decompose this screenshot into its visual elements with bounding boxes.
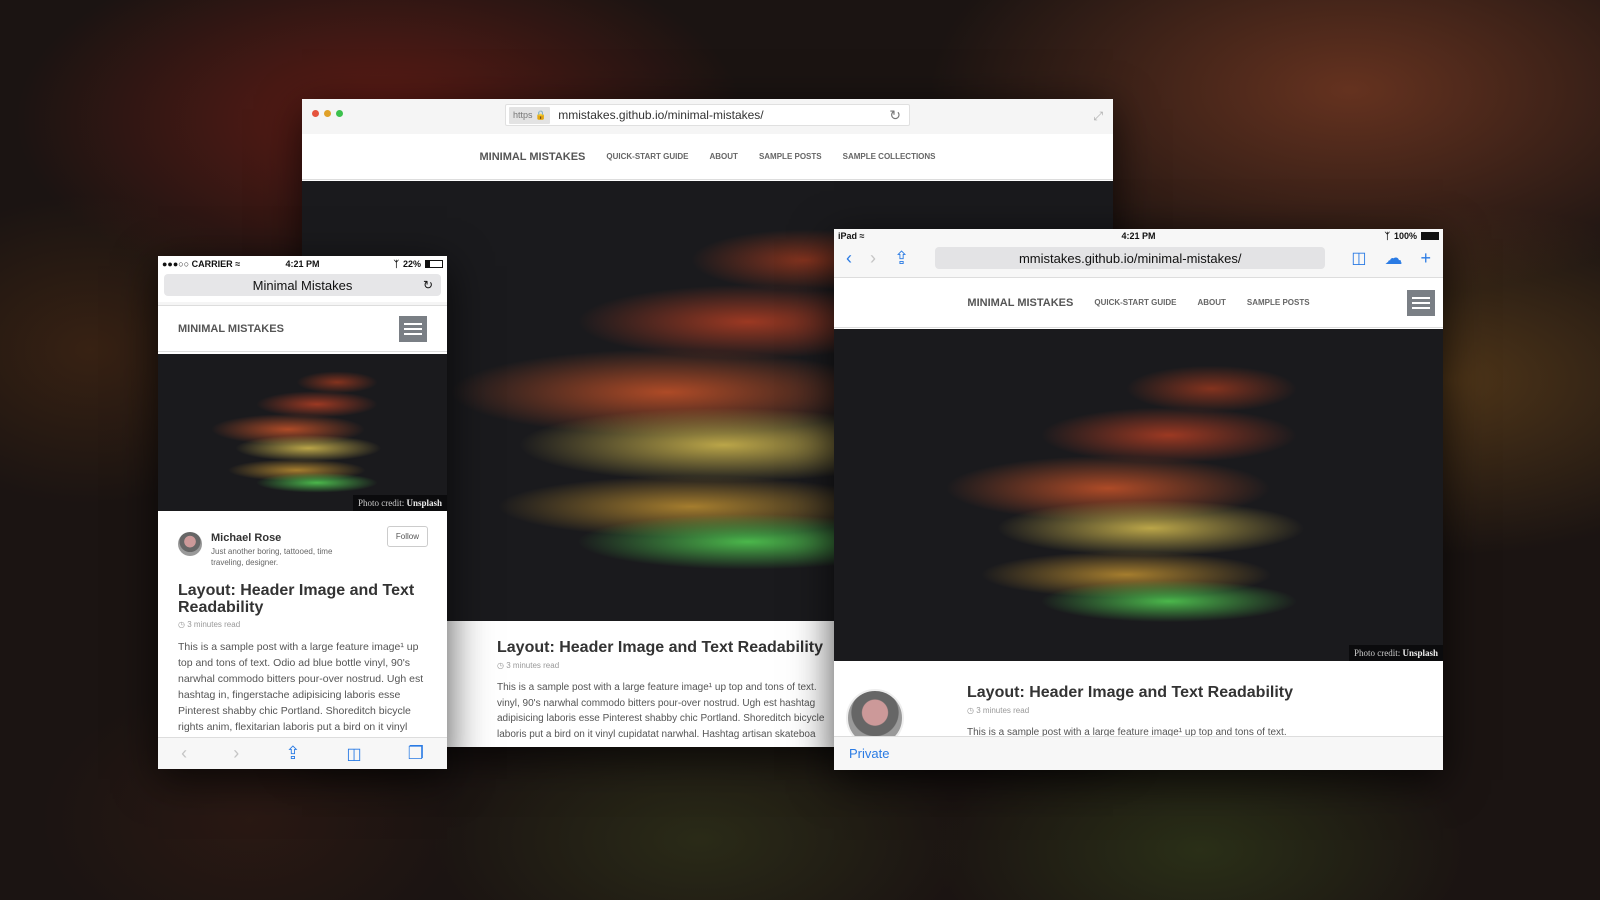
clock-icon: ◷ [497, 661, 504, 670]
back-button[interactable]: ‹ [181, 743, 187, 764]
share-icon[interactable]: ⇪ [285, 743, 300, 764]
reload-icon[interactable]: ↻ [889, 107, 901, 124]
nav-link-sample-posts[interactable]: SAMPLE POSTS [1247, 298, 1310, 307]
address-bar[interactable]: Minimal Mistakes ↻ [164, 274, 441, 296]
nav-link-about[interactable]: ABOUT [709, 152, 737, 161]
nav-link-about[interactable]: ABOUT [1197, 298, 1225, 307]
forward-button[interactable]: › [233, 743, 239, 764]
forward-button[interactable]: › [870, 248, 876, 269]
fullscreen-icon[interactable]: ⤢ [1093, 109, 1103, 124]
new-tab-button[interactable]: + [1420, 248, 1431, 269]
tabs-icon[interactable]: ❐ [408, 743, 424, 764]
close-window-button[interactable] [312, 110, 319, 117]
browser-toolbar: https 🔒 mmistakes.github.io/minimal-mist… [302, 99, 1113, 134]
maximize-window-button[interactable] [336, 110, 343, 117]
share-icon[interactable]: ⇪ [894, 248, 909, 269]
post-article: Layout: Header Image and Text Readabilit… [967, 684, 1427, 741]
tablet-safari-chrome: iPad ≈ 4:21 PM ᛉ 100% ‹ › ⇪ mmistakes.gi… [834, 229, 1443, 278]
menu-toggle-button[interactable] [399, 315, 427, 342]
phone-status-bar: ●●●○○ CARRIER ≈ 4:21 PM ᛉ 22% [158, 256, 447, 272]
site-brand-link[interactable]: MINIMAL MISTAKES [479, 151, 585, 163]
battery-icon [1421, 232, 1439, 240]
phone-bottom-toolbar: ‹ › ⇪ ◫ ❐ [158, 737, 447, 769]
reload-icon[interactable]: ↻ [423, 278, 433, 292]
author-bio: Just another boring, tattooed, time trav… [211, 547, 333, 567]
header-feature-image: Photo credit: Unsplash [834, 329, 1443, 661]
https-lock-badge: https 🔒 [509, 106, 551, 124]
cloud-icon[interactable]: ☁ [1384, 248, 1402, 269]
minimize-window-button[interactable] [324, 110, 331, 117]
url-text: mmistakes.github.io/minimal-mistakes/ [558, 108, 764, 122]
url-text: mmistakes.github.io/minimal-mistakes/ [1018, 250, 1242, 266]
back-button[interactable]: ‹ [846, 248, 852, 269]
phone-browser: ●●●○○ CARRIER ≈ 4:21 PM ᛉ 22% Minimal Mi… [158, 256, 447, 769]
private-browsing-button[interactable]: Private [849, 746, 889, 761]
nav-link-quick-start[interactable]: QUICK-START GUIDE [606, 152, 688, 161]
photo-credit: Photo credit: Unsplash [1348, 645, 1443, 661]
status-time: 4:21 PM [1121, 231, 1156, 241]
tablet-bottom-bar: Private [834, 736, 1443, 770]
page-title-text: Minimal Mistakes [252, 277, 353, 293]
status-time: 4:21 PM [285, 259, 320, 269]
battery-icon [425, 260, 443, 268]
read-time: ◷ 3 minutes read [178, 620, 241, 629]
clock-icon: ◷ [178, 620, 185, 629]
site-navigation: MINIMAL MISTAKES QUICK-START GUIDE ABOUT… [834, 278, 1443, 328]
bookmarks-icon[interactable]: ◫ [347, 744, 362, 764]
author-name: Michael Rose [211, 532, 282, 544]
site-navigation: MINIMAL MISTAKES [158, 306, 447, 352]
photo-credit-link[interactable]: Unsplash [1402, 648, 1438, 658]
nav-link-sample-collections[interactable]: SAMPLE COLLECTIONS [843, 152, 936, 161]
address-bar[interactable]: https 🔒 mmistakes.github.io/minimal-mist… [505, 104, 910, 126]
battery-fill [426, 261, 430, 267]
site-brand-link[interactable]: MINIMAL MISTAKES [967, 297, 1073, 309]
tablet-status-bar: iPad ≈ 4:21 PM ᛉ 100% [834, 229, 1443, 243]
photo-credit-link[interactable]: Unsplash [406, 498, 442, 508]
clock-icon: ◷ [967, 706, 974, 715]
nav-link-sample-posts[interactable]: SAMPLE POSTS [759, 152, 822, 161]
tablet-browser: iPad ≈ 4:21 PM ᛉ 100% ‹ › ⇪ mmistakes.gi… [834, 229, 1443, 770]
photo-credit: Photo credit: Unsplash [352, 495, 447, 511]
window-controls [312, 110, 343, 117]
follow-button[interactable]: Follow [386, 526, 428, 547]
menu-toggle-button[interactable] [1407, 290, 1435, 316]
bookmarks-icon[interactable]: ◫ [1351, 248, 1366, 268]
site-brand-link[interactable]: MINIMAL MISTAKES [178, 323, 284, 335]
nav-link-quick-start[interactable]: QUICK-START GUIDE [1094, 298, 1176, 307]
site-navigation: MINIMAL MISTAKES QUICK-START GUIDE ABOUT… [302, 134, 1113, 180]
post-title: Layout: Header Image and Text Readabilit… [178, 582, 415, 616]
tablet-toolbar: ‹ › ⇪ mmistakes.github.io/minimal-mistak… [834, 243, 1443, 273]
author-avatar [178, 532, 202, 556]
author-profile: Michael Rose Just another boring, tattoo… [178, 526, 428, 568]
post-article: Layout: Header Image and Text Readabilit… [178, 582, 433, 735]
post-title: Layout: Header Image and Text Readabilit… [967, 684, 1294, 701]
battery-fill [1422, 233, 1438, 239]
post-body: This is a sample post with a large featu… [178, 641, 424, 733]
address-bar[interactable]: mmistakes.github.io/minimal-mistakes/ [935, 247, 1326, 269]
read-time: ◷ 3 minutes read [967, 706, 1030, 715]
header-feature-image: Photo credit: Unsplash [158, 354, 447, 511]
